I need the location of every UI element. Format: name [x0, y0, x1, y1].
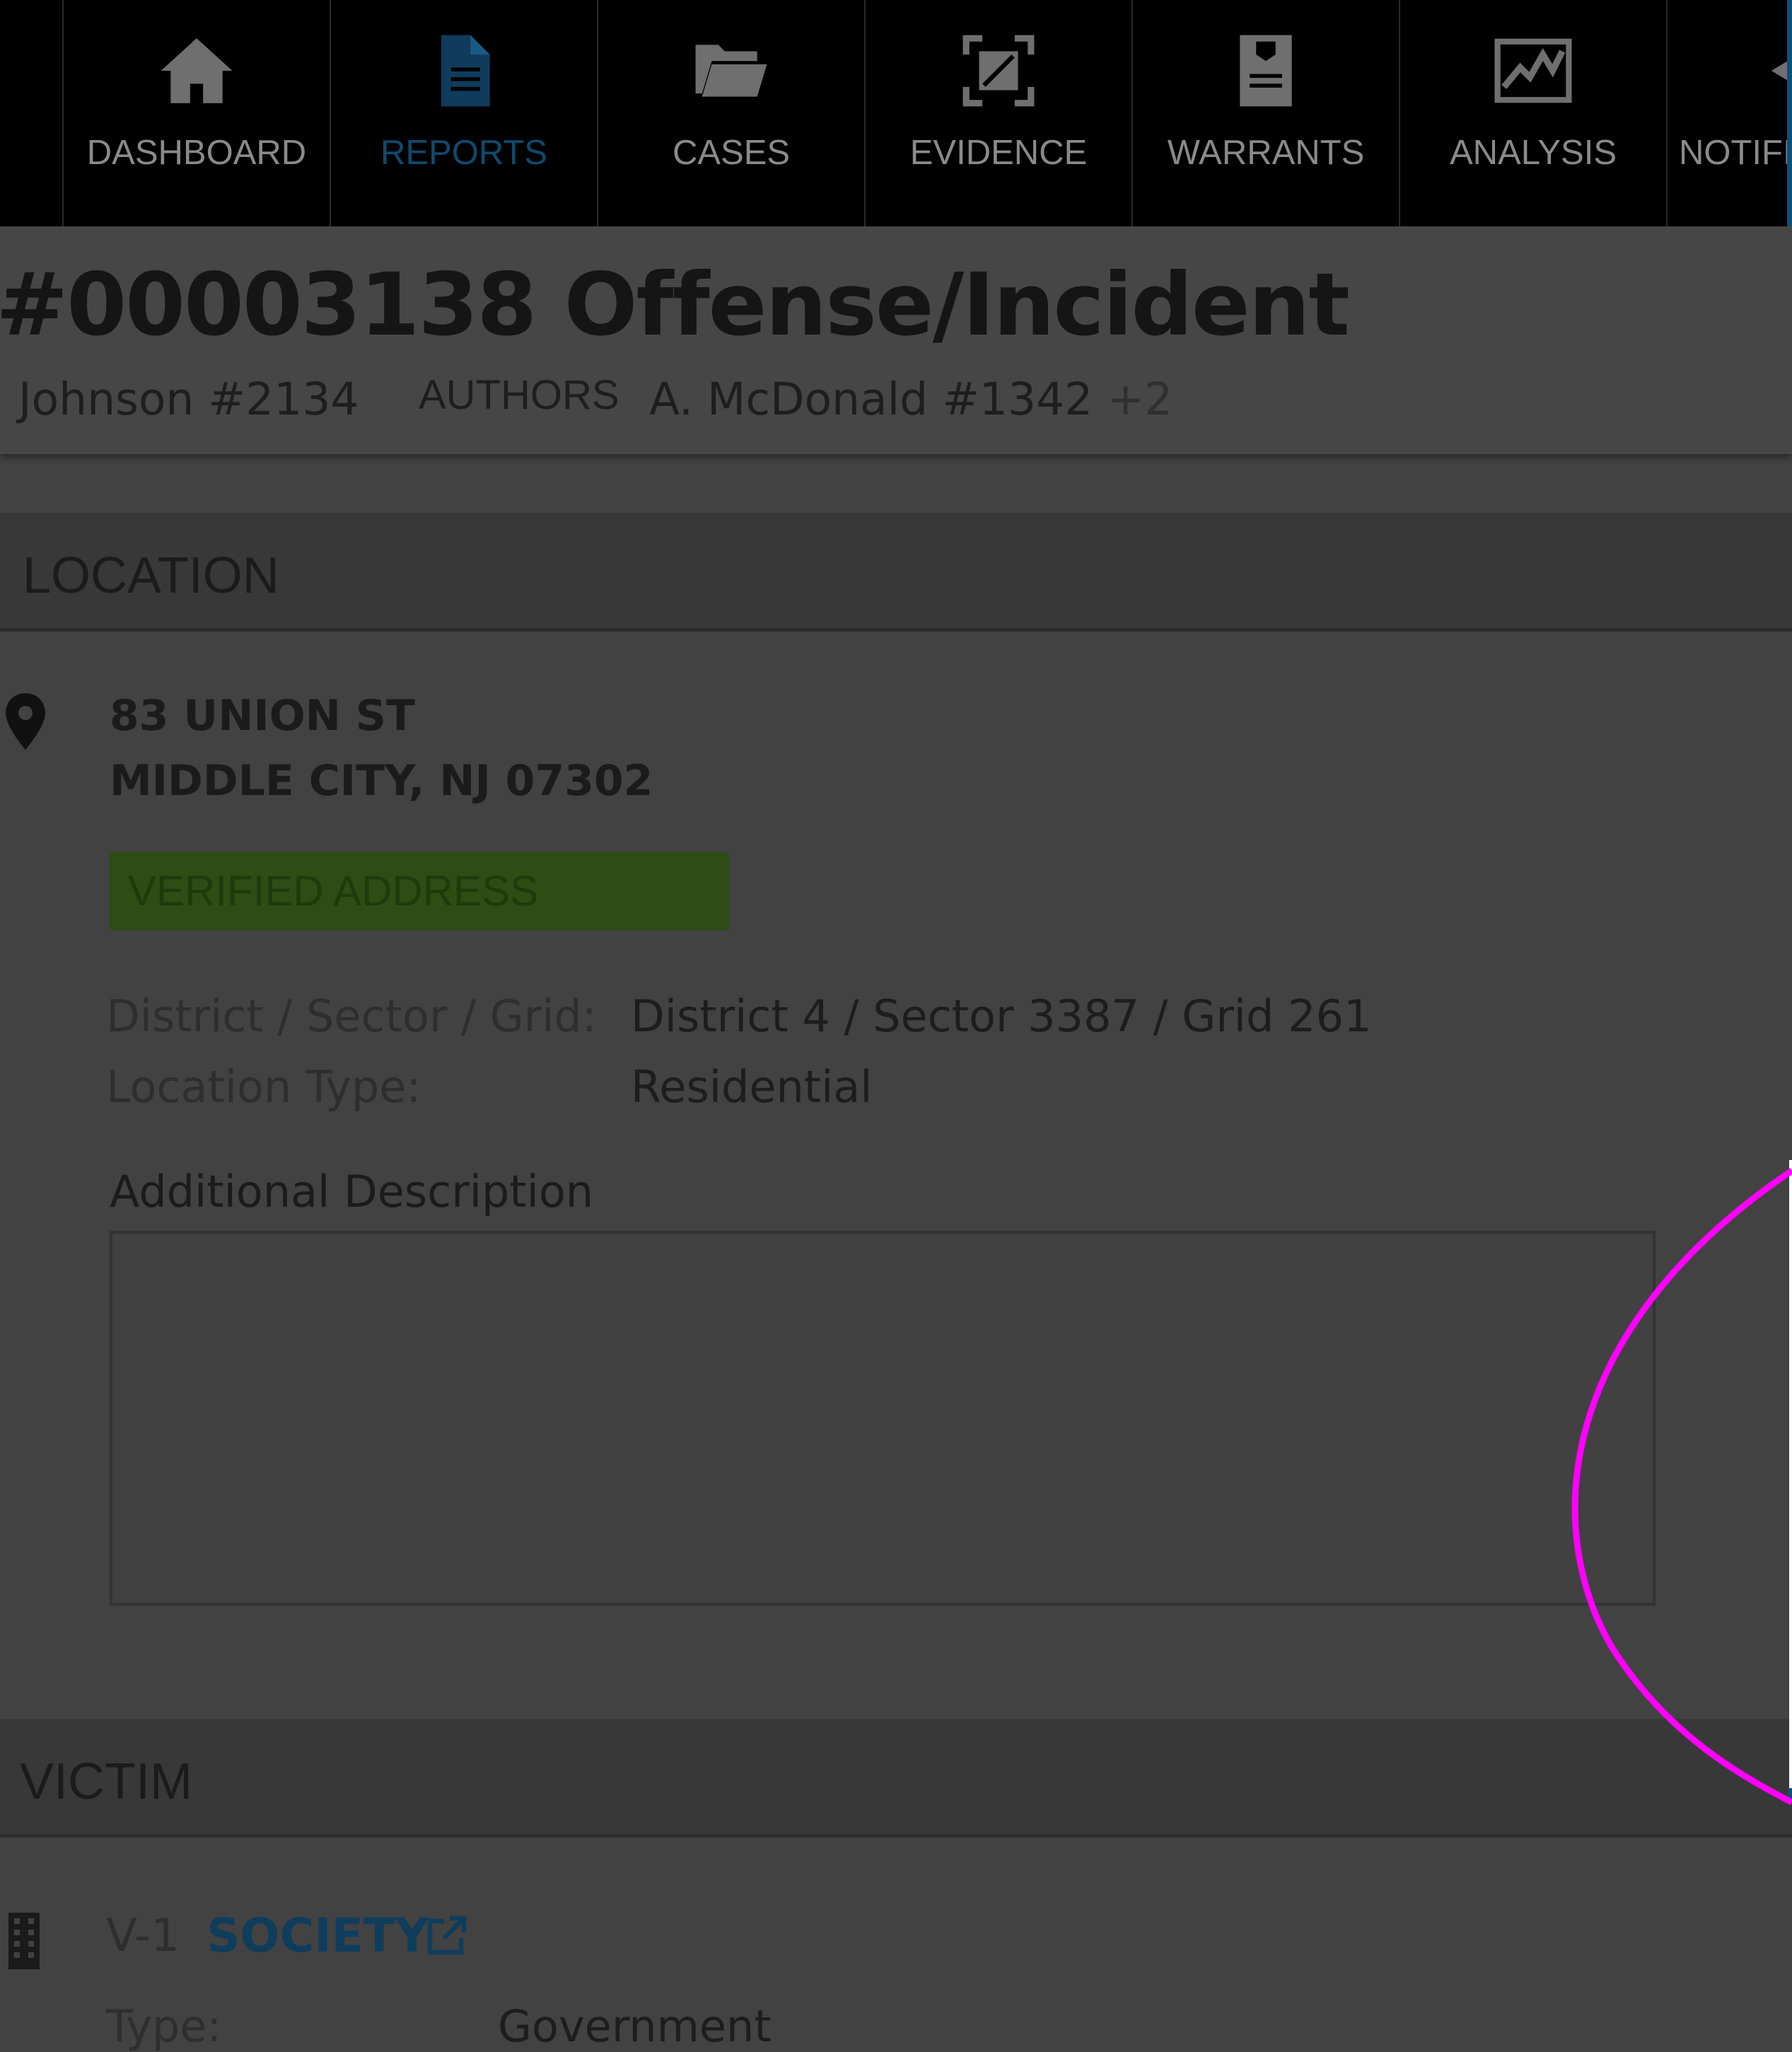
nav-dashboard[interactable]: DASHBOARD	[62, 0, 330, 226]
additional-description-label: Additional Description	[110, 1166, 594, 1217]
victim-title: VICTIM	[20, 1754, 192, 1810]
nav-label: CASES	[672, 134, 791, 172]
nav-analysis[interactable]: ANALYSIS	[1399, 0, 1666, 226]
top-navigation: DASHBOARD REPORTS CASES EVIDENCE WARRANT…	[0, 0, 1792, 226]
location-section-header: LOCATION	[0, 513, 1792, 632]
nav-edge	[1787, 0, 1792, 226]
district-label: District / Sector / Grid:	[106, 990, 597, 1042]
right-edge-accent	[1788, 1788, 1792, 1802]
right-edge-strip	[1789, 1160, 1792, 1797]
folder-open-icon	[695, 45, 767, 97]
nav-evidence[interactable]: EVIDENCE	[864, 0, 1131, 226]
location-type-value: Residential	[631, 1061, 873, 1113]
map-pin-icon	[6, 693, 45, 750]
victim-name-link[interactable]: SOCIETY	[206, 1908, 429, 1963]
home-icon	[161, 38, 233, 103]
nav-cases[interactable]: CASES	[597, 0, 864, 226]
evidence-frame-icon	[962, 35, 1035, 107]
address-block: 83 UNION ST MIDDLE CITY, NJ 07302	[110, 683, 653, 813]
page-title: #00003138 Offense/Incident	[0, 255, 1350, 355]
document-icon	[441, 35, 490, 107]
victim-type-value: Government	[498, 2000, 772, 2052]
external-link-icon[interactable]	[427, 1915, 467, 1955]
building-icon	[8, 1913, 40, 1969]
verified-address-badge: VERIFIED ADDRESS	[110, 852, 729, 930]
nav-label: DASHBOARD	[86, 134, 307, 172]
victim-section-header: VICTIM	[0, 1719, 1792, 1838]
nav-label: REPORTS	[380, 134, 547, 172]
address-line1: 83 UNION ST	[110, 691, 415, 741]
report-header: #00003138 Offense/Incident . Johnson #21…	[0, 226, 1792, 454]
authors-value[interactable]: A. McDonald #1342 +2	[649, 373, 1173, 425]
location-type-label: Location Type:	[106, 1061, 421, 1113]
line-chart-icon	[1494, 38, 1572, 103]
address-line2: MIDDLE CITY, NJ 07302	[110, 756, 653, 806]
district-value: District 4 / Sector 3387 / Grid 261	[631, 990, 1372, 1042]
reporter-name: . Johnson #2134	[0, 373, 359, 425]
authors-more-count[interactable]: +2	[1107, 373, 1173, 425]
location-title: LOCATION	[23, 547, 279, 604]
additional-description-input[interactable]	[110, 1231, 1656, 1606]
nav-label: ANALYSIS	[1449, 134, 1617, 172]
victim-type-label: Type:	[106, 2000, 222, 2052]
nav-notifications[interactable]: NOTIFI	[1666, 0, 1792, 226]
authors-label: AUTHORS	[419, 372, 619, 418]
author-name: A. McDonald #1342	[649, 373, 1093, 425]
nav-label: NOTIFI	[1679, 134, 1792, 172]
victim-id: V-1	[106, 1910, 180, 1962]
warrant-badge-icon	[1240, 35, 1292, 107]
notification-icon	[1771, 61, 1788, 81]
nav-reports[interactable]: REPORTS	[330, 0, 597, 226]
nav-label: EVIDENCE	[909, 134, 1088, 172]
nav-label: WARRANTS	[1167, 134, 1365, 172]
nav-warrants[interactable]: WARRANTS	[1131, 0, 1399, 226]
